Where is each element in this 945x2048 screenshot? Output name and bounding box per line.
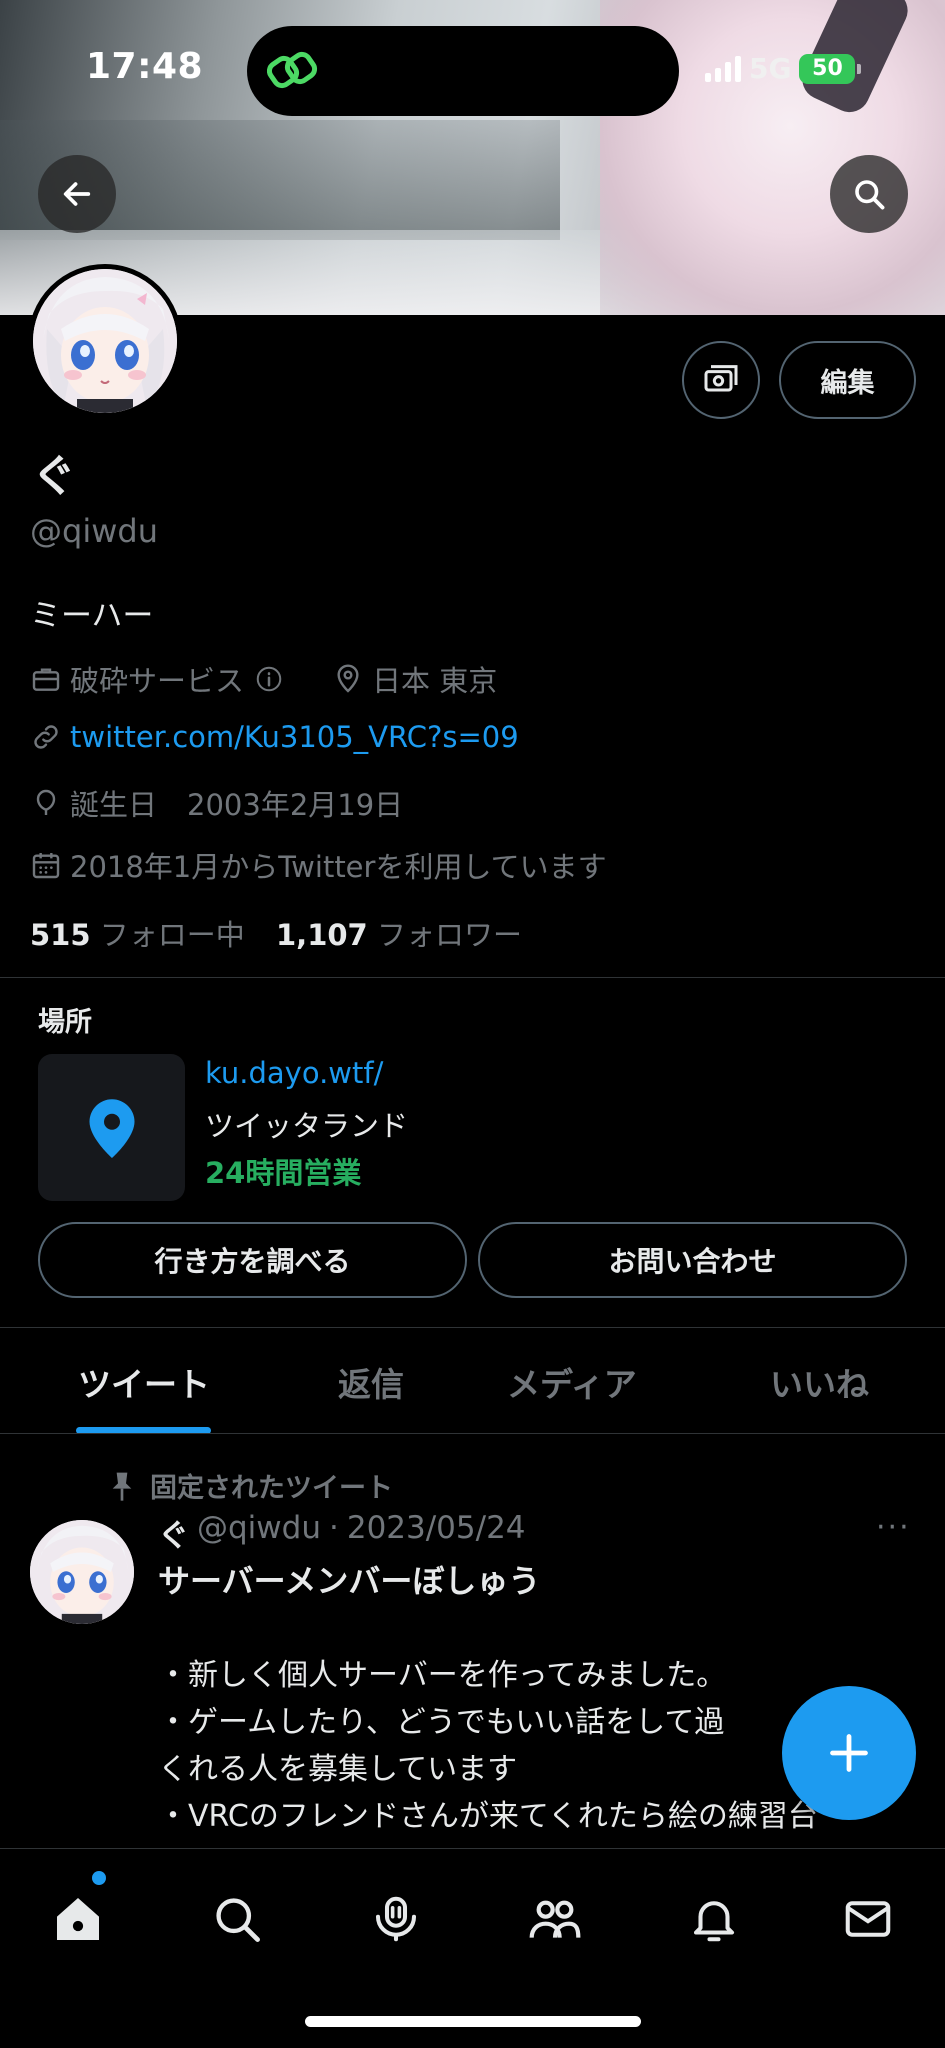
tweet-avatar-image bbox=[30, 1520, 134, 1624]
joined-label: 2018年1月からTwitterを利用しています bbox=[70, 850, 607, 884]
tab-likes[interactable]: いいね bbox=[770, 1358, 869, 1406]
followers-link[interactable]: 1,107 フォロワー bbox=[276, 918, 522, 952]
app-link-icon bbox=[267, 51, 318, 89]
signal-icon bbox=[705, 55, 741, 82]
communities-icon bbox=[529, 1900, 581, 1938]
tweet-text-line: ・VRCのフレンドさんが来てくれたら絵の練習台 bbox=[158, 1799, 818, 1834]
status-time: 17:48 bbox=[86, 46, 204, 87]
balloon-icon bbox=[36, 789, 56, 815]
search-button[interactable] bbox=[830, 155, 908, 233]
tweet-author-name[interactable]: ぐ bbox=[158, 1510, 189, 1555]
professional-row: 破砕サービス 日本 東京 bbox=[30, 658, 497, 700]
place-name: ツイッタランド bbox=[205, 1109, 409, 1143]
tweet-more-button[interactable]: ··· bbox=[876, 1510, 911, 1545]
location-label: 日本 東京 bbox=[372, 664, 498, 698]
nav-messages[interactable] bbox=[838, 1889, 898, 1949]
search-icon bbox=[216, 1898, 260, 1942]
birthday-label: 誕生日 bbox=[70, 788, 158, 822]
status-indicators: 5G 50 bbox=[705, 52, 862, 85]
info-icon[interactable] bbox=[254, 664, 284, 694]
compose-tweet-button[interactable] bbox=[782, 1686, 916, 1820]
profile-avatar[interactable] bbox=[28, 264, 182, 418]
dynamic-island bbox=[247, 26, 679, 116]
cash-icon bbox=[704, 365, 738, 392]
divider bbox=[0, 1327, 945, 1328]
nav-notifications[interactable] bbox=[684, 1889, 744, 1949]
followers-label: フォロワー bbox=[376, 918, 522, 952]
birthday-row: 誕生日 2003年2月19日 bbox=[30, 782, 403, 824]
pinned-label-row: 固定されたツイート bbox=[108, 1466, 393, 1505]
tweet-author-handle[interactable]: @qiwdu bbox=[197, 1510, 321, 1555]
nav-home[interactable] bbox=[48, 1889, 108, 1949]
search-icon bbox=[855, 180, 885, 210]
plus-icon bbox=[830, 1734, 868, 1772]
tweet-title: サーバーメンバーぼしゅう bbox=[158, 1562, 541, 1600]
tweet-text-line: くれる人を募集しています bbox=[158, 1752, 518, 1787]
tweet-date[interactable]: 2023/05/24 bbox=[347, 1510, 526, 1555]
location-pin-icon bbox=[337, 664, 359, 693]
home-icon bbox=[57, 1898, 99, 1940]
network-type: 5G bbox=[749, 52, 792, 85]
bio-text: ミーハー bbox=[30, 598, 154, 634]
briefcase-icon bbox=[32, 668, 60, 691]
bell-icon bbox=[693, 1901, 735, 1942]
followers-count: 1,107 bbox=[276, 918, 368, 952]
envelope-icon bbox=[845, 1901, 891, 1937]
birthday-value: 2003年2月19日 bbox=[187, 788, 404, 822]
place-title: 場所 bbox=[38, 1007, 92, 1038]
home-indicator bbox=[305, 2016, 641, 2027]
profile-url-link[interactable]: twitter.com/Ku3105_VRC?s=09 bbox=[70, 720, 519, 754]
joined-row: 2018年1月からTwitterを利用しています bbox=[30, 844, 607, 886]
tab-media[interactable]: メディア bbox=[507, 1358, 637, 1406]
map-pin-icon bbox=[89, 1098, 134, 1158]
contact-button[interactable]: お問い合わせ bbox=[478, 1222, 907, 1298]
pinned-label: 固定されたツイート bbox=[150, 1473, 393, 1504]
pin-icon bbox=[112, 1472, 132, 1501]
back-button[interactable] bbox=[38, 155, 116, 233]
battery-level: 50 bbox=[812, 56, 843, 81]
user-handle: @qiwdu bbox=[30, 512, 158, 550]
arrow-left-icon bbox=[63, 182, 91, 206]
directions-button[interactable]: 行き方を調べる bbox=[38, 1222, 467, 1298]
divider bbox=[0, 977, 945, 978]
tweet-header: ぐ @qiwdu · 2023/05/24 bbox=[158, 1510, 526, 1555]
place-hours: 24時間営業 bbox=[205, 1156, 362, 1190]
divider bbox=[0, 1433, 945, 1434]
following-link[interactable]: 515 フォロー中 bbox=[30, 918, 245, 952]
category-label: 破砕サービス bbox=[70, 664, 245, 698]
home-notification-dot bbox=[92, 1871, 106, 1885]
place-map[interactable] bbox=[38, 1054, 185, 1201]
following-label: フォロー中 bbox=[99, 918, 245, 952]
nav-search[interactable] bbox=[207, 1889, 267, 1949]
display-name: ぐ bbox=[32, 451, 76, 502]
link-icon bbox=[34, 725, 58, 749]
tweet-text-line: ・新しく個人サーバーを作ってみました。 bbox=[158, 1658, 727, 1693]
following-count: 515 bbox=[30, 918, 91, 952]
tweet-text-line: ・ゲームしたり、どうでもいい話をして過 bbox=[158, 1705, 725, 1740]
nav-spaces[interactable] bbox=[366, 1889, 426, 1949]
spaces-icon bbox=[375, 1896, 417, 1942]
tab-tweets[interactable]: ツイート bbox=[78, 1358, 210, 1406]
tab-replies[interactable]: 返信 bbox=[338, 1358, 404, 1406]
calendar-icon bbox=[32, 853, 60, 879]
follow-stats: 515 フォロー中 1,107 フォロワー bbox=[30, 912, 522, 954]
edit-profile-button[interactable]: 編集 bbox=[779, 341, 916, 419]
avatar-image bbox=[33, 269, 177, 413]
url-row[interactable]: twitter.com/Ku3105_VRC?s=09 bbox=[30, 720, 519, 754]
nav-communities[interactable] bbox=[525, 1889, 585, 1949]
money-button[interactable] bbox=[682, 341, 760, 419]
tweet-avatar[interactable] bbox=[30, 1520, 134, 1624]
place-url-link[interactable]: ku.dayo.wtf/ bbox=[205, 1056, 383, 1090]
battery-icon: 50 bbox=[799, 53, 862, 84]
tweet-separator: · bbox=[328, 1510, 339, 1546]
